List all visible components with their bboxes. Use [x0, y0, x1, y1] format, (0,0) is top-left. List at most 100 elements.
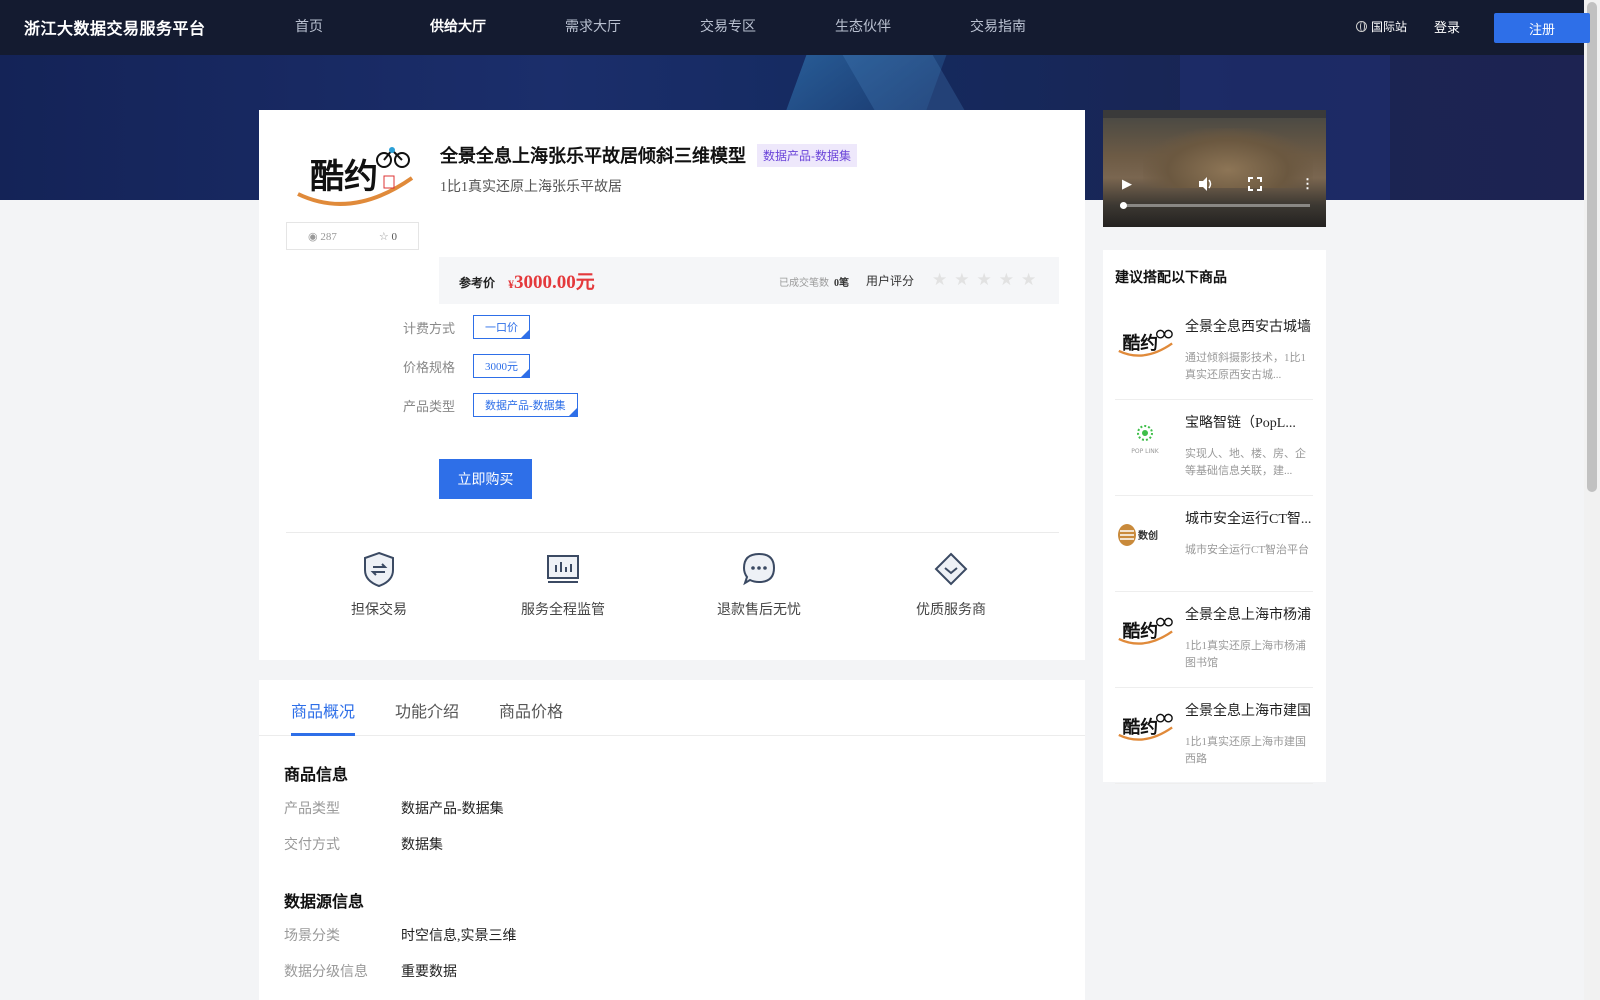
price-bar: 参考价 ¥3000.00元 已成交笔数 0笔 用户评分 ★★★★★: [439, 257, 1059, 304]
item-desc: 1比1真实还原上海市建国西路: [1185, 736, 1306, 765]
item-name: 宝略智链（PopL...: [1185, 416, 1296, 431]
video-controls: ▶ ⋮: [1103, 166, 1326, 216]
billing-chip[interactable]: 一口价: [473, 315, 530, 339]
item-thumbnail: 酷约: [1115, 606, 1175, 656]
feature-label: 退款售后无忧: [717, 601, 801, 617]
nav-supply-hall[interactable]: 供给大厅: [430, 0, 565, 55]
detail-tabs: 商品概况 功能介绍 商品价格: [259, 680, 1085, 736]
feature-quality: 优质服务商: [891, 550, 1011, 619]
suggest-item[interactable]: 数创 城市安全运行CT智... 城市安全运行CT智治平台: [1115, 496, 1313, 592]
svg-text:数创: 数创: [1138, 529, 1158, 542]
suggest-item[interactable]: 酷约 全景全息上海市建国 1比1真实还原上海市建国西路: [1115, 688, 1313, 784]
info-key: 交付方式: [284, 838, 340, 853]
section-title: 商品信息: [284, 767, 349, 784]
more-options-icon[interactable]: ⋮: [1301, 176, 1314, 192]
svg-text:POP LINK: POP LINK: [1131, 448, 1159, 455]
spec-chip[interactable]: 3000元: [473, 354, 530, 378]
svg-text:酷约: 酷约: [310, 157, 378, 197]
monitor-chart-icon: [547, 555, 579, 583]
option-label: 价格规格: [403, 359, 456, 375]
item-desc: 1比1真实还原上海市杨浦图书馆: [1185, 640, 1306, 669]
price-value: ¥3000.00元: [508, 272, 595, 293]
suggest-item[interactable]: 酷约 全景全息西安古城墙 通过倾斜摄影技术，1比1真实还原西安古城...: [1115, 304, 1313, 400]
divider: [286, 532, 1059, 533]
eye-icon: ◉: [308, 230, 318, 243]
product-logo: 酷约: [289, 138, 419, 216]
buy-now-button[interactable]: 立即购买: [439, 459, 532, 499]
volume-icon[interactable]: [1197, 176, 1215, 192]
scrollbar-thumb[interactable]: [1587, 2, 1597, 492]
info-key: 产品类型: [284, 802, 340, 817]
intl-site-link[interactable]: 国际站: [1356, 18, 1407, 35]
tab-overview[interactable]: 商品概况: [291, 698, 355, 722]
option-spec: 价格规格 3000元: [403, 354, 530, 378]
site-brand[interactable]: 浙江大数据交易服务平台: [24, 15, 206, 39]
page-scrollbar[interactable]: [1584, 0, 1600, 1000]
feature-refund: 退款售后无忧: [699, 550, 819, 619]
suggested-products: 建议搭配以下商品 酷约 全景全息西安古城墙 通过倾斜摄影技术，1比1真实还原西安…: [1103, 250, 1326, 784]
info-key: 数据分级信息: [284, 965, 368, 980]
view-count: ◉ 287: [308, 230, 337, 243]
feature-label: 服务全程监管: [521, 601, 605, 617]
info-value: 重要数据: [401, 965, 457, 980]
type-chip[interactable]: 数据产品-数据集: [473, 393, 578, 417]
price-label: 参考价: [459, 276, 496, 290]
item-name: 全景全息上海市杨浦: [1185, 608, 1311, 623]
info-row: 数据分级信息 重要数据: [284, 961, 457, 981]
feature-monitoring: 服务全程监管: [503, 550, 623, 619]
suggest-item[interactable]: 酷约 全景全息上海市杨浦 1比1真实还原上海市杨浦图书馆: [1115, 592, 1313, 688]
svg-text:酷约: 酷约: [1123, 332, 1159, 354]
item-name: 城市安全运行CT智...: [1185, 512, 1312, 527]
info-value: 数据集: [401, 838, 443, 853]
item-thumbnail: 酷约: [1115, 702, 1175, 752]
brand-logo-icon: 酷约: [1118, 713, 1173, 741]
item-desc: 城市安全运行CT智治平台: [1185, 544, 1310, 556]
option-billing: 计费方式 一口价: [403, 315, 530, 339]
info-row: 产品类型 数据产品-数据集: [284, 798, 504, 818]
category-badge: 数据产品-数据集: [757, 143, 857, 167]
register-button[interactable]: 注册: [1494, 13, 1590, 43]
nav-trade-zone[interactable]: 交易专区: [700, 0, 835, 55]
item-name: 全景全息西安古城墙: [1185, 320, 1311, 335]
product-subtitle: 1比1真实还原上海张乐平故居: [440, 180, 622, 195]
item-thumbnail: 酷约: [1115, 318, 1175, 368]
nav-demand-hall[interactable]: 需求大厅: [565, 0, 700, 55]
video-progress[interactable]: [1120, 202, 1310, 209]
poplink-logo-icon: POP LINK: [1131, 425, 1160, 455]
info-key: 场景分类: [284, 929, 340, 944]
item-desc: 通过倾斜摄影技术，1比1真实还原西安古城...: [1185, 352, 1306, 381]
service-features: 担保交易 服务全程监管 退款售后无忧 优质服务商: [286, 550, 1059, 630]
nav-partners[interactable]: 生态伙伴: [835, 0, 970, 55]
favorite-count[interactable]: ☆ 0: [379, 230, 397, 243]
svg-text:酷约: 酷约: [1123, 716, 1159, 738]
diamond-icon: [934, 552, 968, 586]
tab-pricing[interactable]: 商品价格: [499, 698, 563, 722]
option-type: 产品类型 数据产品-数据集: [403, 393, 578, 417]
item-name: 全景全息上海市建国: [1185, 704, 1311, 719]
brand-logo-icon: 酷约: [1118, 617, 1173, 645]
suggest-title: 建议搭配以下商品: [1115, 271, 1227, 286]
login-link[interactable]: 登录: [1434, 17, 1460, 36]
nav-home[interactable]: 首页: [295, 0, 430, 55]
item-thumbnail: 数创: [1115, 510, 1175, 560]
active-tab-indicator: [291, 733, 355, 736]
nav-trade-guide[interactable]: 交易指南: [970, 0, 1105, 55]
item-desc: 实现人、地、楼、房、企等基础信息关联，建...: [1185, 448, 1306, 477]
item-thumbnail: POP LINK: [1115, 414, 1175, 464]
video-toolbar: [1103, 110, 1326, 118]
feature-guarantee: 担保交易: [319, 550, 439, 619]
tab-features[interactable]: 功能介绍: [395, 698, 459, 722]
brand-logo-icon: 酷约: [297, 147, 414, 206]
section-title: 数据源信息: [284, 894, 365, 911]
info-value: 时空信息,实景三维: [401, 929, 517, 944]
play-icon[interactable]: ▶: [1122, 176, 1132, 192]
product-video[interactable]: ▶ ⋮: [1103, 110, 1326, 227]
brand-logo-icon: 酷约: [1118, 329, 1173, 357]
product-stats: ◉ 287 ☆ 0: [286, 222, 419, 250]
product-title-row: 全景全息上海张乐平故居倾斜三维模型 数据产品-数据集: [440, 142, 857, 168]
globe-icon: [1356, 21, 1367, 32]
fullscreen-icon[interactable]: [1248, 177, 1262, 191]
suggest-item[interactable]: POP LINK 宝略智链（PopL... 实现人、地、楼、房、企等基础信息关联…: [1115, 400, 1313, 496]
progress-handle[interactable]: [1120, 202, 1127, 209]
option-label: 产品类型: [403, 398, 456, 414]
